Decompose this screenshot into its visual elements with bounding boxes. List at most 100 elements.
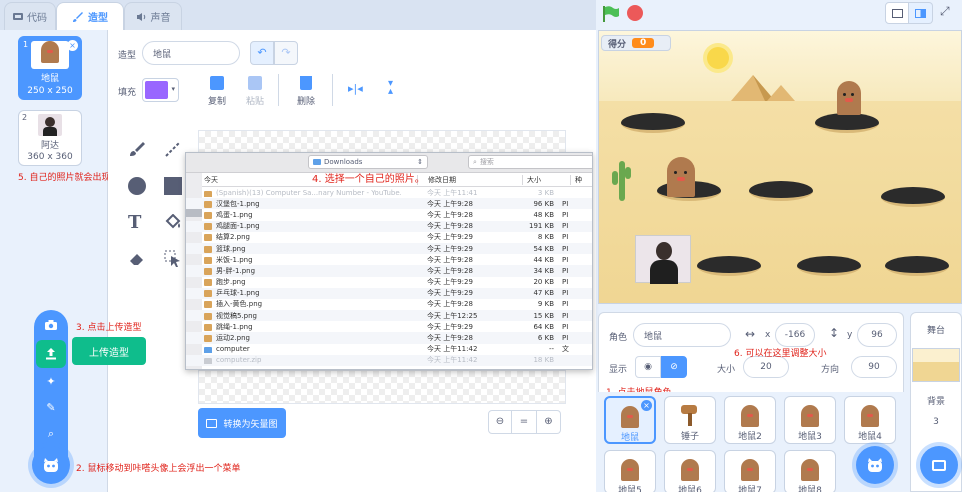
flip-vertical-button[interactable]: ▾ ▴: [388, 79, 393, 97]
text-tool[interactable]: T: [128, 212, 141, 233]
file-row[interactable]: 跑步.png 今天 上午9:29 20 KB PI: [186, 277, 592, 288]
sprite-item-mole[interactable]: × 地鼠: [604, 396, 656, 444]
show-sprite-button[interactable]: ◉: [635, 356, 661, 378]
size-input[interactable]: 20: [743, 356, 789, 378]
trash-icon: [300, 76, 312, 90]
paste-button[interactable]: 粘贴: [240, 76, 270, 107]
mole-sprite[interactable]: [667, 157, 695, 197]
mole-hole: [885, 256, 949, 276]
undo-button[interactable]: ↶: [250, 41, 274, 65]
costume-item-2[interactable]: 2 阿达 360 x 360: [18, 110, 82, 166]
file-row[interactable]: computer.zip 今天 上午11:42 18 KB: [186, 354, 592, 366]
small-stage-button[interactable]: [885, 2, 909, 24]
tab-code[interactable]: 代码: [4, 2, 56, 30]
fill-tool[interactable]: [164, 213, 182, 232]
hide-sprite-button[interactable]: ⊘: [661, 356, 687, 378]
sprite-item-mole4[interactable]: 地鼠4: [844, 396, 896, 444]
delete-sprite-icon[interactable]: ×: [641, 400, 652, 411]
file-row[interactable]: 跳绳-1.png 今天 上午9:29 64 KB PI: [186, 321, 592, 332]
folder-icon: [313, 159, 321, 165]
file-row[interactable]: 男-胖-1.png 今天 上午9:28 34 KB PI: [186, 265, 592, 277]
file-row[interactable]: 乒乓球-1.png 今天 上午9:29 47 KB PI: [186, 287, 592, 299]
green-flag-button[interactable]: [600, 4, 620, 24]
finder-search-input[interactable]: ⌕ 搜索: [468, 155, 592, 169]
x-position-input[interactable]: -166: [775, 323, 815, 347]
zoom-reset-button[interactable]: =: [512, 410, 537, 434]
sprite-item-mole7[interactable]: 地鼠7: [724, 450, 776, 492]
mole-hole: [697, 256, 761, 276]
large-stage-button[interactable]: [909, 2, 933, 24]
file-row[interactable]: 汉堡包-1.png 今天 上午9:28 96 KB PI: [186, 198, 592, 210]
copy-button[interactable]: 复制: [202, 76, 232, 107]
direction-input[interactable]: 90: [851, 356, 897, 378]
location-dropdown[interactable]: Downloads ⇕: [308, 155, 428, 169]
eye-off-icon: ⊘: [670, 362, 678, 372]
rectangle-tool[interactable]: [164, 177, 182, 195]
eraser-tool[interactable]: [128, 250, 146, 268]
speaker-icon: [136, 12, 145, 21]
file-row[interactable]: 视觉稿5.png 今天 上午12:25 15 KB PI: [186, 310, 592, 322]
file-row[interactable]: 鸡腿面-1.png 今天 上午9:28 191 KB PI: [186, 220, 592, 232]
paint-button[interactable]: ✎: [42, 398, 60, 416]
code-icon: [13, 13, 23, 20]
sprite-name-input[interactable]: 地鼠: [633, 323, 731, 347]
photo-sprite[interactable]: [635, 235, 691, 284]
choose-costume-button[interactable]: [32, 446, 70, 484]
sprite-item-mole2[interactable]: 地鼠2: [724, 396, 776, 444]
zoom-in-button[interactable]: ⊕: [537, 410, 561, 434]
paint-canvas[interactable]: [198, 130, 566, 154]
fill-color-picker[interactable]: ▾: [142, 78, 179, 102]
tab-costumes[interactable]: 造型: [56, 2, 124, 30]
cactus-icon: [619, 161, 625, 201]
file-row[interactable]: 篮球.png 今天 上午9:29 54 KB PI: [186, 242, 592, 255]
paint-brush-icon: ✎: [46, 400, 56, 414]
mole-thumbnail: [621, 406, 639, 428]
y-position-input[interactable]: 96: [857, 323, 897, 347]
file-row[interactable]: computer 今天 上午11:42 -- 文: [186, 344, 592, 355]
file-row[interactable]: 米饭-1.png 今天 上午9:28 44 KB PI: [186, 254, 592, 265]
line-tool[interactable]: [164, 140, 182, 158]
file-row[interactable]: 插入-黄色.png 今天 上午9:28 9 KB PI: [186, 299, 592, 310]
delete-button[interactable]: 删除: [291, 76, 321, 107]
search-costume-button[interactable]: ⌕: [42, 425, 60, 443]
sprite-item-hammer[interactable]: 锤子: [664, 396, 716, 444]
sprite-item-mole5[interactable]: 地鼠5: [604, 450, 656, 492]
upload-costume-button[interactable]: [36, 340, 66, 368]
paste-icon: [248, 76, 262, 90]
paint-canvas-lower[interactable]: [198, 370, 566, 404]
reshape-tool[interactable]: [164, 250, 182, 268]
flip-horizontal-button[interactable]: ▸|◂: [348, 82, 363, 95]
mole-thumbnail: [741, 405, 759, 427]
file-row[interactable]: 运动2.png 今天 上午9:28 6 KB PI: [186, 332, 592, 344]
score-value: 0: [632, 38, 655, 48]
brush-tool[interactable]: [128, 140, 146, 158]
sprite-list: × 地鼠 锤子 地鼠2 地鼠3 地鼠4 地鼠5 地鼠6 地鼠7 地鼠8: [598, 392, 904, 492]
stage-canvas[interactable]: 得分 0: [598, 30, 962, 304]
sprite-item-mole6[interactable]: 地鼠6: [664, 450, 716, 492]
sprite-item-mole8[interactable]: 地鼠8: [784, 450, 836, 492]
zoom-out-button[interactable]: ⊖: [488, 410, 512, 434]
surprise-button[interactable]: ✦: [42, 372, 60, 390]
circle-tool[interactable]: [128, 177, 146, 195]
fullscreen-button[interactable]: ⤢: [940, 4, 950, 19]
costume-item-1[interactable]: 1 × 地鼠 250 x 250: [18, 36, 82, 100]
choose-backdrop-button[interactable]: [920, 446, 958, 484]
green-flag-icon: [603, 6, 619, 22]
score-monitor[interactable]: 得分 0: [601, 35, 671, 51]
sprite-item-mole3[interactable]: 地鼠3: [784, 396, 836, 444]
line-tool-icon: [165, 141, 181, 157]
file-row[interactable]: (Spanish)(13) Computer Sa...nary Number …: [186, 187, 592, 198]
file-row[interactable]: 鸡蛋-1.png 今天 上午9:28 48 KB PI: [186, 209, 592, 220]
hammer-icon: [681, 405, 697, 426]
choose-sprite-button[interactable]: [856, 446, 894, 484]
stop-button[interactable]: [627, 5, 643, 21]
mole-sprite[interactable]: [837, 81, 861, 115]
redo-button[interactable]: ↷: [274, 41, 298, 65]
costume-name-input[interactable]: 地鼠: [142, 41, 240, 65]
file-row[interactable]: 结算2.png 今天 上午9:29 8 KB PI: [186, 232, 592, 243]
eye-icon: ◉: [644, 362, 652, 372]
mole-hole: [815, 113, 879, 133]
convert-to-vector-button[interactable]: 转换为矢量图: [198, 408, 286, 438]
tab-sounds[interactable]: 声音: [124, 2, 182, 30]
camera-button[interactable]: [42, 316, 60, 334]
